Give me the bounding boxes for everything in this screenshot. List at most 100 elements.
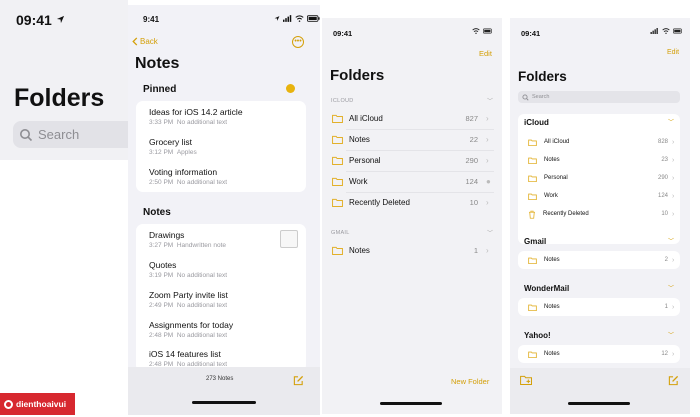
group-header-icloud: iCloud [524, 118, 549, 127]
bottom-toolbar [510, 368, 690, 414]
note-row[interactable]: Quotes 3:19 PM No additional text [149, 260, 227, 279]
folder-icon [332, 177, 343, 186]
folder-row-recently-deleted[interactable]: Recently Deleted 10 › [330, 192, 494, 213]
note-meta: 2:49 PM No additional text [149, 302, 228, 309]
folders-grouped-panel: 09:41 Edit Folders Search iCloud ﹀ All i… [510, 18, 690, 414]
search-icon [522, 93, 529, 101]
location-arrow-icon [56, 15, 65, 24]
note-title: Ideas for iOS 14.2 article [149, 107, 243, 117]
note-meta: 3:12 PM Apples [149, 149, 197, 156]
new-folder-icon[interactable] [520, 375, 533, 385]
note-title: iOS 14 features list [149, 349, 221, 359]
search-field[interactable]: Search [13, 121, 128, 148]
note-title: Zoom Party invite list [149, 290, 228, 300]
folder-row-notes[interactable]: Notes 23 › [518, 151, 680, 169]
folder-icon [528, 193, 537, 200]
folder-row-wondermail-notes[interactable]: Notes 1 › [518, 298, 680, 316]
note-title: Drawings [149, 230, 185, 240]
chevron-down-icon[interactable]: ﹀ [668, 117, 674, 126]
note-row[interactable]: Ideas for iOS 14.2 article 3:33 PM No ad… [149, 107, 243, 126]
chevron-right-icon: › [486, 246, 489, 255]
page-title: Folders [14, 84, 105, 112]
chevron-right-icon: › [486, 135, 489, 144]
chevron-down-icon[interactable]: ﹀ [487, 96, 493, 105]
note-row[interactable]: Voting information 2:50 PM No additional… [149, 167, 227, 186]
signal-icon [283, 15, 292, 22]
folder-icon [332, 156, 343, 165]
edit-button[interactable]: Edit [667, 49, 679, 56]
chevron-down-icon[interactable]: ﹀ [668, 283, 674, 292]
note-title: Quotes [149, 260, 177, 270]
logo-mark-icon [4, 399, 13, 409]
folders-large-header-panel: 09:41 Folders Search [0, 0, 128, 160]
chevron-right-icon: › [486, 156, 489, 165]
trash-icon [529, 210, 535, 219]
bottom-toolbar [128, 367, 320, 415]
chevron-left-icon [132, 37, 138, 46]
status-time: 09:41 [16, 12, 52, 28]
folder-row-all-icloud[interactable]: All iCloud 827 › [330, 108, 494, 129]
home-indicator [380, 402, 442, 405]
more-options-button[interactable]: ••• [292, 36, 304, 48]
notes-header: Notes [143, 207, 171, 218]
wifi-icon [662, 28, 670, 34]
pinned-header: Pinned [143, 84, 177, 95]
collapse-chevron-icon[interactable] [286, 84, 295, 93]
chevron-down-icon[interactable]: ﹀ [668, 330, 674, 339]
chevron-right-icon: › [672, 256, 675, 264]
note-row[interactable]: Zoom Party invite list 2:49 PM No additi… [149, 290, 228, 309]
folder-icon [528, 257, 537, 264]
note-row[interactable]: Drawings 3:27 PM Handwritten note [149, 230, 226, 249]
page-title: Folders [330, 67, 385, 84]
folder-row-recently-deleted[interactable]: Recently Deleted 10 › [518, 205, 680, 223]
folder-row-work[interactable]: Work 124 ● [330, 171, 494, 192]
notes-count: 273 Notes [206, 376, 234, 382]
note-meta: 2:48 PM No additional text [149, 332, 228, 339]
logo-text: dienthoaivui [16, 399, 67, 409]
search-placeholder: Search [532, 94, 550, 100]
page-title: Notes [135, 55, 180, 72]
chevron-down-icon[interactable]: ﹀ [487, 228, 493, 237]
page-title: Folders [518, 69, 567, 84]
folder-row-work[interactable]: Work 124 › [518, 187, 680, 205]
search-field[interactable]: Search [518, 91, 680, 103]
note-row[interactable]: Grocery list 3:12 PM Apples [149, 137, 197, 156]
note-title: Voting information [149, 167, 218, 177]
status-icons [274, 15, 320, 22]
compose-icon[interactable] [668, 375, 679, 386]
folder-row-personal[interactable]: Personal 290 › [518, 169, 680, 187]
ellipsis-icon: ••• [294, 38, 302, 45]
battery-icon [307, 15, 320, 22]
folder-row-yahoo-notes[interactable]: Notes 12 › [518, 345, 680, 363]
folder-row-all-icloud[interactable]: All iCloud 828 › [518, 133, 680, 151]
new-folder-button[interactable]: New Folder [451, 377, 489, 386]
status-icons [472, 28, 493, 34]
folder-row-gmail-notes[interactable]: Notes 1 › [330, 240, 494, 261]
folder-icon [528, 139, 537, 146]
chevron-down-icon[interactable]: ﹀ [668, 236, 674, 245]
folder-icon [528, 175, 537, 182]
edit-button[interactable]: Edit [479, 49, 492, 58]
back-button[interactable]: Back [132, 37, 158, 46]
home-indicator [568, 402, 630, 405]
home-indicator [192, 401, 256, 404]
group-header-yahoo: Yahoo! [524, 331, 551, 340]
folder-row-gmail-notes[interactable]: Notes 2 › [518, 251, 680, 269]
battery-icon [483, 28, 492, 34]
folder-icon [528, 351, 537, 358]
note-title: Grocery list [149, 137, 192, 147]
folder-icon [528, 304, 537, 311]
chevron-right-icon: › [672, 350, 675, 358]
drawing-thumbnail [280, 230, 298, 248]
chevron-right-icon: › [672, 174, 675, 182]
note-row[interactable]: Assignments for today 2:48 PM No additio… [149, 320, 233, 339]
signal-icon [650, 28, 658, 34]
chevron-right-icon: › [672, 138, 675, 146]
note-row[interactable]: iOS 14 features list 2:48 PM No addition… [149, 349, 227, 368]
folder-row-personal[interactable]: Personal 290 › [330, 150, 494, 171]
note-meta: 3:19 PM No additional text [149, 272, 228, 279]
folder-row-notes[interactable]: Notes 22 › [330, 129, 494, 150]
compose-icon[interactable] [293, 375, 304, 386]
search-placeholder: Search [38, 127, 80, 142]
screenshot-collage: 09:41 Folders Search 9:41 Back ••• Notes… [0, 0, 700, 417]
